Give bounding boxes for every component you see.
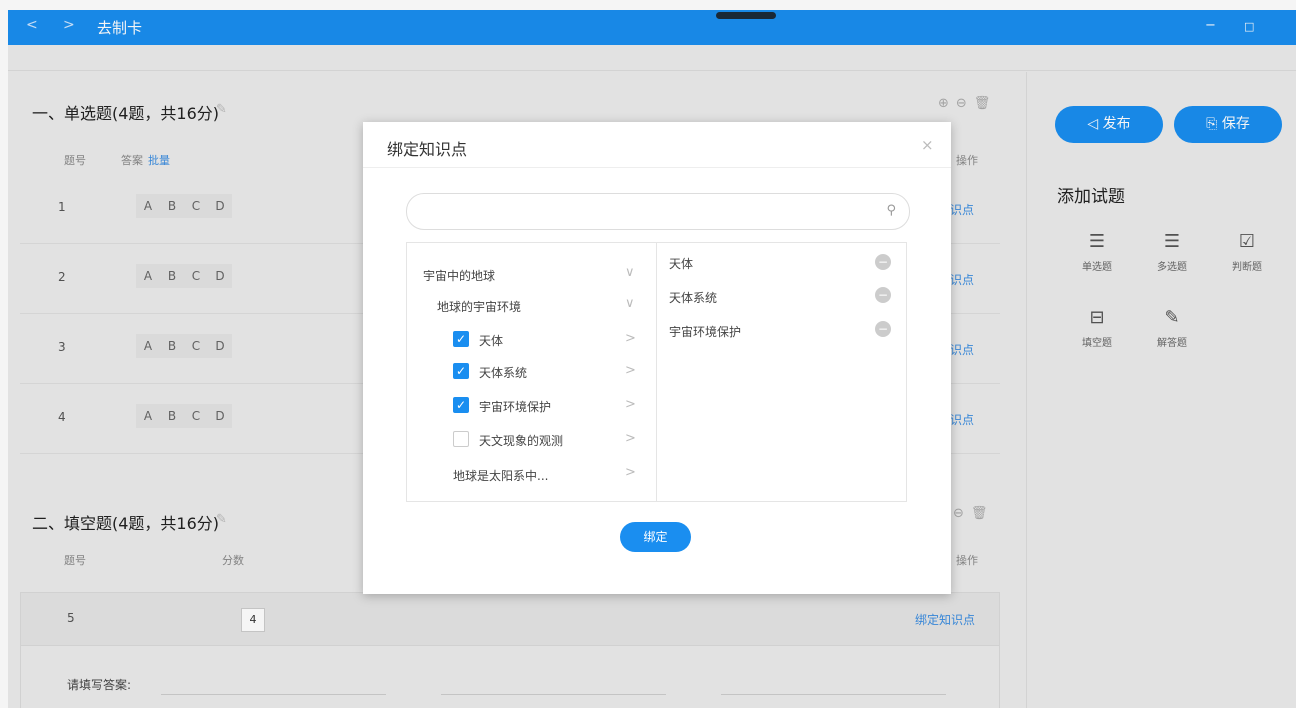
remove-icon[interactable]: − <box>875 321 891 337</box>
tree-item-label: 天文现象的观测 <box>479 434 564 448</box>
chevron-right-icon[interactable]: > <box>625 331 636 346</box>
tree-item-label: 宇宙环境保护 <box>479 400 552 414</box>
remove-icon[interactable]: − <box>875 287 891 303</box>
tree-divider <box>656 243 657 501</box>
checkbox-checked[interactable]: ✓ <box>453 331 469 347</box>
selected-item: 宇宙环境保护 <box>669 325 742 339</box>
chevron-right-icon[interactable]: > <box>625 431 636 446</box>
checkbox-checked[interactable]: ✓ <box>453 363 469 379</box>
close-icon[interactable]: × <box>921 136 934 154</box>
checkbox-checked[interactable]: ✓ <box>453 397 469 413</box>
tree-node-level1[interactable]: 宇宙中的地球 <box>423 267 495 284</box>
tree-node-level2[interactable]: 地球的宇宙环境 <box>437 298 521 315</box>
tree-item-more[interactable]: 地球是太阳系中... <box>453 467 548 484</box>
search-input[interactable]: ⚲ <box>406 193 910 230</box>
knowledge-tree: 宇宙中的地球 ∨ 地球的宇宙环境 ∨ ✓ 天体 > ✓ 天体系统 > ✓ 宇宙环… <box>406 242 907 502</box>
tree-item-label: 天体 <box>479 334 504 348</box>
search-icon: ⚲ <box>886 203 896 218</box>
modal-divider <box>363 167 951 168</box>
selected-item: 天体 <box>669 257 694 271</box>
tree-item-label: 天体系统 <box>479 366 528 380</box>
bind-knowledge-modal: 绑定知识点 × ⚲ 宇宙中的地球 ∨ 地球的宇宙环境 ∨ ✓ 天体 > ✓ 天体… <box>363 122 951 594</box>
chevron-down-icon[interactable]: ∨ <box>625 265 635 280</box>
chevron-right-icon[interactable]: > <box>625 363 636 378</box>
selected-item: 天体系统 <box>669 291 718 305</box>
chevron-right-icon[interactable]: > <box>625 397 636 412</box>
chevron-down-icon[interactable]: ∨ <box>625 296 635 311</box>
remove-icon[interactable]: − <box>875 254 891 270</box>
checkbox-unchecked[interactable] <box>453 431 469 447</box>
bind-button[interactable]: 绑定 <box>620 522 691 552</box>
chevron-right-icon[interactable]: > <box>625 465 636 480</box>
modal-title: 绑定知识点 <box>387 140 468 159</box>
